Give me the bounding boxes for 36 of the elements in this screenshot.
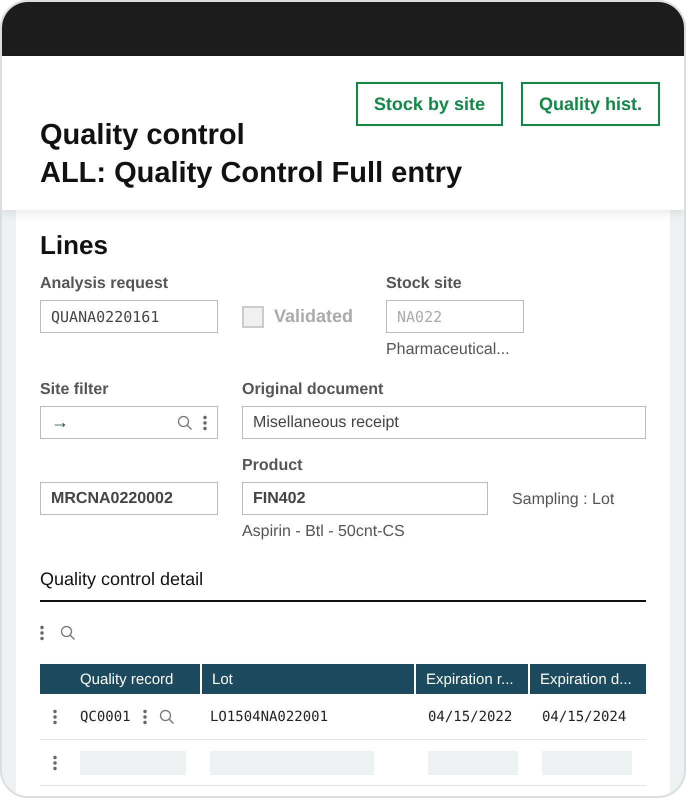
column-header[interactable]: Lot [200,664,414,694]
field-label: Site filter [40,381,110,399]
more-icon[interactable] [142,708,147,724]
table-cell: 04/15/2024 [542,708,626,724]
section-title: Lines [40,230,109,261]
search-icon[interactable] [177,414,193,430]
original-document-field[interactable]: Misellaneous receipt [242,406,646,439]
table-cell: 04/15/2022 [428,708,512,724]
search-icon[interactable] [60,625,76,641]
site-filter-field[interactable]: → [40,406,218,439]
more-icon[interactable] [203,414,207,430]
checkbox-label: Validated [274,306,354,327]
document-number-field[interactable]: MRCNA0220002 [40,482,218,515]
field-label: Product [242,457,304,475]
column-header[interactable]: Expiration r... [414,664,528,694]
field-label: Analysis request [40,275,170,293]
column-header[interactable]: Quality record [70,664,200,694]
field-label: Original document [242,381,384,399]
column-header[interactable]: Expiration d... [528,664,646,694]
page-subtitle: ALL: Quality Control Full entry [40,156,464,191]
table-cell: QC0001 [80,708,131,724]
row-menu-icon[interactable] [53,754,57,770]
more-icon[interactable] [40,625,44,641]
product-field[interactable]: FIN402 [242,482,488,515]
detail-title: Quality control detail [40,569,646,602]
row-menu-icon[interactable] [53,708,57,724]
header-button[interactable]: Stock by site [356,82,503,126]
analysis-request-field[interactable]: QUANA0220161 [40,300,218,333]
sampling-text: Sampling : Lot [512,491,614,509]
field-label: Stock site [386,275,463,293]
page-title: Quality control [40,118,246,153]
search-icon[interactable] [158,708,175,724]
header-button[interactable]: Quality hist. [520,82,660,126]
table-cell: LO1504NA022001 [210,708,328,724]
field-description: Pharmaceutical... [386,341,511,359]
field-description: Aspirin - Btl - 50cnt-CS [242,523,406,541]
